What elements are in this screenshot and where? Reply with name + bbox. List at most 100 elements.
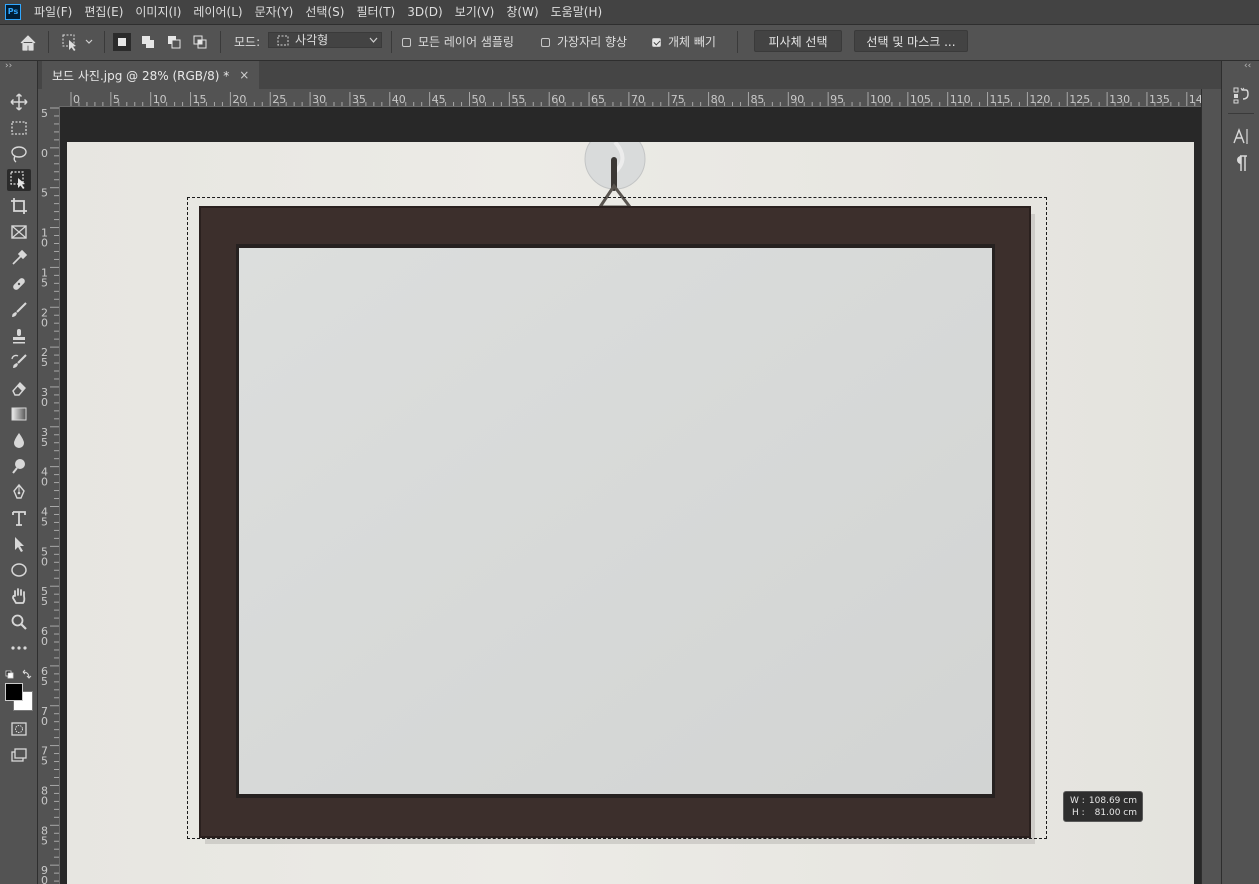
v-ruler-label: 60	[41, 625, 48, 648]
more-tools-icon[interactable]	[7, 637, 31, 659]
subtract-from-selection-button[interactable]	[165, 33, 183, 51]
menu-window[interactable]: 창(W)	[500, 0, 544, 24]
select-subject-button[interactable]: 피사체 선택	[754, 30, 842, 52]
v-ruler-label: 0	[41, 147, 48, 160]
width-label: W :	[1070, 796, 1085, 806]
blur-icon[interactable]	[7, 429, 31, 451]
home-icon[interactable]	[18, 33, 38, 53]
select-and-mask-button[interactable]: 선택 및 마스크 ...	[854, 30, 968, 52]
history-brush-icon[interactable]	[7, 351, 31, 373]
v-ruler-label: 45	[41, 506, 48, 529]
quick-mask-icon[interactable]	[7, 718, 31, 740]
h-ruler-label: 20	[232, 93, 246, 106]
enhance-edge-checkbox[interactable]	[541, 38, 550, 47]
h-ruler-label: 70	[631, 93, 645, 106]
enhance-edge-label: 가장자리 향상	[557, 35, 628, 49]
eyedropper-icon[interactable]	[7, 247, 31, 269]
document-tab-title: 보드 사진.jpg @ 28% (RGB/8) *	[52, 68, 230, 83]
h-ruler-label: 85	[750, 93, 764, 106]
document-tab[interactable]: 보드 사진.jpg @ 28% (RGB/8) * ×	[42, 61, 260, 89]
menu-image[interactable]: 이미지(I)	[129, 0, 187, 24]
v-ruler-label: 75	[41, 745, 48, 768]
sample-all-layers-checkbox[interactable]	[402, 38, 411, 47]
h-ruler-label: 120	[1029, 93, 1050, 106]
menu-type[interactable]: 문자(Y)	[249, 0, 300, 24]
options-bar	[0, 25, 1259, 61]
rectangular-marquee-icon[interactable]	[7, 117, 31, 139]
screen-mode-icon[interactable]	[7, 744, 31, 766]
character-panel-icon[interactable]	[1229, 125, 1253, 147]
clone-stamp-icon[interactable]	[7, 325, 31, 347]
h-ruler-label: 115	[990, 93, 1011, 106]
h-ruler-label: 55	[511, 93, 525, 106]
v-ruler-label: 10	[41, 227, 48, 250]
mode-dropdown[interactable]: 사각형	[268, 32, 382, 48]
selection-marquee[interactable]	[187, 197, 1047, 839]
h-ruler-label: 130	[1109, 93, 1130, 106]
new-selection-button[interactable]	[113, 33, 131, 51]
lasso-icon[interactable]	[7, 143, 31, 165]
add-to-selection-button[interactable]	[139, 33, 157, 51]
h-ruler-label: 110	[950, 93, 971, 106]
swap-colors-icon[interactable]	[5, 666, 33, 679]
menu-select[interactable]: 선택(S)	[299, 0, 350, 24]
right-panel-dock	[1221, 61, 1259, 884]
hand-tool-icon[interactable]	[7, 585, 31, 607]
foreground-color-swatch[interactable]	[5, 683, 23, 701]
h-ruler-label: 100	[870, 93, 891, 106]
tool-preset-picker[interactable]	[60, 32, 94, 52]
type-tool-icon[interactable]	[7, 507, 31, 529]
eraser-icon[interactable]	[7, 377, 31, 399]
tools-panel-collapse[interactable]: ››	[5, 61, 12, 71]
v-ruler-label: 90	[41, 864, 48, 884]
h-ruler-label: 25	[272, 93, 286, 106]
dodge-icon[interactable]	[7, 455, 31, 477]
object-selection-icon[interactable]	[7, 169, 31, 191]
path-selection-icon[interactable]	[7, 533, 31, 555]
mode-label: 모드:	[234, 35, 261, 49]
menu-filter[interactable]: 필터(T)	[350, 0, 401, 24]
brush-icon[interactable]	[7, 299, 31, 321]
h-ruler-label: 15	[193, 93, 207, 106]
menu-3d[interactable]: 3D(D)	[401, 0, 448, 24]
right-panel-collapse[interactable]: ‹‹	[1244, 61, 1251, 71]
v-ruler-label: 15	[41, 266, 48, 289]
canvas-area[interactable]	[60, 107, 1201, 884]
menu-view[interactable]: 보기(V)	[449, 0, 501, 24]
rectangle-mode-icon	[277, 35, 289, 46]
horizontal-ruler[interactable]: 0 5 10 15 20 25 30 35 40 45 50 55 60 65 70 75 80 85 90 95 10…	[60, 89, 1201, 107]
ellipse-tool-icon[interactable]	[7, 559, 31, 581]
h-ruler-label: 95	[830, 93, 844, 106]
healing-brush-icon[interactable]	[7, 273, 31, 295]
width-value: 108.69 cm	[1088, 796, 1137, 806]
object-subtract-checkbox[interactable]	[652, 38, 661, 47]
menu-layer[interactable]: 레이어(L)	[187, 0, 248, 24]
ruler-origin[interactable]	[38, 89, 60, 106]
history-panel-icon[interactable]	[1229, 84, 1253, 106]
menu-edit[interactable]: 편집(E)	[78, 0, 129, 24]
move-tool-icon[interactable]	[7, 91, 31, 113]
vertical-ruler[interactable]: 5051015202530354045505560657075808590	[38, 106, 60, 884]
gradient-icon[interactable]	[7, 403, 31, 425]
menu-file[interactable]: 파일(F)	[28, 0, 78, 24]
h-ruler-label: 65	[591, 93, 605, 106]
intersect-selection-button[interactable]	[191, 33, 209, 51]
h-ruler-label: 135	[1149, 93, 1170, 106]
horizontal-ruler-ticks: 0 5 10 15 20 25 30 35 40 45 50 55 60 65 70 75 80 85 90 95 10…	[70, 92, 1201, 106]
height-label: H :	[1072, 808, 1085, 818]
close-tab-icon[interactable]: ×	[239, 68, 249, 82]
v-ruler-label: 30	[41, 386, 48, 409]
crop-icon[interactable]	[7, 195, 31, 217]
pen-icon[interactable]	[7, 481, 31, 503]
frame-icon[interactable]	[7, 221, 31, 243]
zoom-tool-icon[interactable]	[7, 611, 31, 633]
v-ruler-label: 65	[41, 665, 48, 688]
photoshop-logo[interactable]: Ps	[5, 4, 21, 20]
h-ruler-label: 10	[153, 93, 167, 106]
menu-help[interactable]: 도움말(H)	[545, 0, 609, 24]
v-ruler-label: 25	[41, 346, 48, 369]
v-ruler-label: 70	[41, 705, 48, 728]
paragraph-panel-icon[interactable]	[1229, 152, 1253, 174]
v-ruler-label: 50	[41, 545, 48, 568]
v-ruler-label: 5	[41, 187, 48, 200]
